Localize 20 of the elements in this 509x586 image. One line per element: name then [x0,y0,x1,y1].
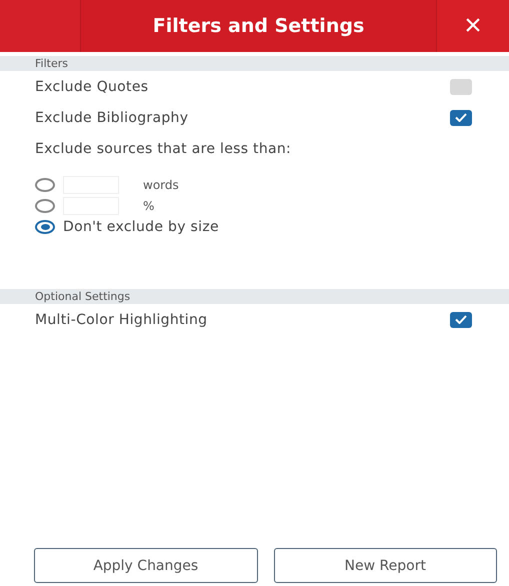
section-header: Filters [0,56,509,71]
radio-button[interactable] [35,220,55,234]
checkmark-icon [455,315,467,324]
section-header: Optional Settings [0,289,509,304]
action-button[interactable]: Apply Changes [34,548,258,583]
radio-button[interactable] [35,198,55,212]
action-button[interactable]: New Report [274,548,497,583]
option-label: Exclude Bibliography [35,110,188,126]
radio-button[interactable] [35,178,55,192]
size-label: Exclude sources that are less than: [35,140,292,156]
unit-label: % [143,198,154,212]
checkmark-icon [455,113,467,122]
dialog-title: Filters and Settings [81,0,437,52]
checkbox[interactable] [450,110,472,126]
option-label: Exclude Quotes [35,78,148,94]
option-label: Don't exclude by size [63,218,219,234]
option-label: Multi-Color Highlighting [35,312,208,328]
checkbox[interactable] [450,78,472,94]
unit-label: words [143,178,179,192]
checkbox[interactable] [450,312,472,328]
